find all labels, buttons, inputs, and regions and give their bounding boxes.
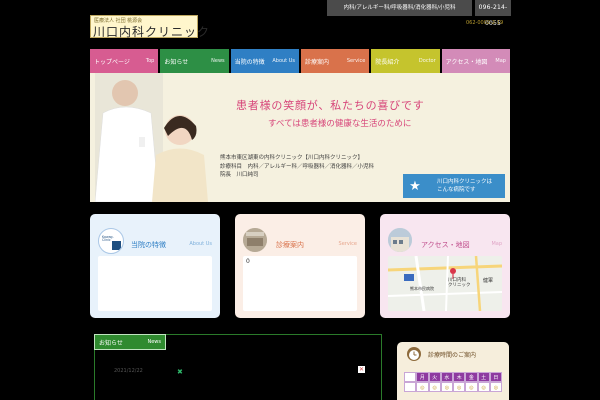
map-label-hospital: 熊本市民病院 <box>410 286 434 291</box>
card-title: アクセス・地図 <box>421 241 470 249</box>
card-service[interactable]: 診療案内 Service 0 <box>235 214 365 318</box>
hero-info-line: 院長 川口純司 <box>220 172 259 178</box>
about-clinic-button-text: 川口内科クリニックは こんな病院です <box>427 178 492 194</box>
button-line: こんな病院です <box>437 187 476 193</box>
hours-header-row: 月 火 水 木 金 土 日 <box>404 372 502 382</box>
news-tab[interactable]: お知らせ News <box>94 334 166 350</box>
hours-mark: ◎ <box>465 382 478 392</box>
card-en: About Us <box>189 241 212 247</box>
card-header: 診療案内 Service <box>243 222 357 252</box>
hero-info-line: 熊本市東区湖東の内科クリニック【川口内科クリニック】 <box>220 155 364 161</box>
clinic-logo[interactable]: 医療法人 社団 桃源会 川口内科クリニック <box>90 15 209 39</box>
hours-title: 診療時間のご案内 <box>428 352 477 359</box>
card-body <box>98 256 212 311</box>
hours-mark: ◎ <box>489 382 502 392</box>
map-label: クリニック <box>448 283 471 288</box>
nav-doctor[interactable]: 院長紹介 Doctor <box>371 49 440 73</box>
site-header: 医療法人 社団 桃源会 川口内科クリニック 内科/アレルギー科/呼吸器科/消化器… <box>0 0 600 46</box>
hours-day: 金 <box>465 372 478 382</box>
nav-label: アクセス・地図 <box>445 58 488 66</box>
building-photo-thumb <box>388 228 412 252</box>
nav-en: Top <box>145 58 155 64</box>
clock-icon <box>407 347 421 361</box>
hours-mark: ◎ <box>428 382 441 392</box>
news-tab-label: お知らせ <box>99 339 123 347</box>
hero-tagline: 患者様の笑顔が、私たちの喜びです <box>236 99 425 112</box>
header-phone[interactable]: 096-214-0055 <box>475 0 511 27</box>
hours-mark: ◎ <box>440 382 453 392</box>
header-departments: 内科/アレルギー科/呼吸器科/消化器科/小児科 <box>327 0 472 16</box>
nav-access[interactable]: アクセス・地図 Map <box>441 49 510 73</box>
nav-en: Doctor <box>418 58 436 64</box>
news-tab-en: News <box>147 339 161 345</box>
nav-label: 当院の特徴 <box>234 58 265 66</box>
logo-clinic-name: 川口内科クリニック <box>93 25 211 39</box>
close-glyph: ✕ <box>358 366 365 373</box>
card-title: 診療案内 <box>276 241 304 249</box>
hero-info-line: 診療科目 内科／アレルギー科／呼吸器科／消化器科／小児科 <box>220 163 375 170</box>
card-body-text: 0 <box>246 258 250 265</box>
card-en: Service <box>338 241 357 247</box>
card-title: 当院の特徴 <box>131 241 166 249</box>
news-cross-icon: ✖ <box>177 368 183 376</box>
card-en: Map <box>491 241 502 247</box>
main-nav: トップページ Top お知らせ News 当院の特徴 About Us 診療案内 Ser… <box>90 49 510 73</box>
button-line: 川口内科クリニックは <box>437 179 493 185</box>
card-body: 0 <box>243 256 357 311</box>
card-header: Kawag. Clinic 当院の特徴 About Us <box>98 222 212 254</box>
header-fax: 062-0002-2-19 <box>466 20 504 26</box>
hours-day: 木 <box>453 372 466 382</box>
access-map[interactable]: 川口内科 クリニック 熊本市民病院 健軍 <box>388 256 502 311</box>
nav-label: トップページ <box>94 58 130 66</box>
hero-banner: 患者様の笑顔が、私たちの喜びです すべては患者様の健康な生活のために 熊本市東区… <box>90 73 510 202</box>
nav-en: Service <box>346 58 366 64</box>
news-close-icon[interactable]: ✕ <box>358 366 365 373</box>
hours-table: 月 火 水 木 金 土 日 ◎ ◎ ◎ ◎ ◎ ◎ ◎ <box>404 372 502 400</box>
hours-day: 日 <box>489 372 502 382</box>
nav-news[interactable]: お知らせ News <box>160 49 229 73</box>
hours-value-row: ◎ ◎ ◎ ◎ ◎ ◎ ◎ <box>404 382 502 392</box>
about-clinic-button[interactable]: ★ 川口内科クリニックは こんな病院です <box>403 174 505 198</box>
hero-info: 熊本市東区湖東の内科クリニック【川口内科クリニック】 診療科目 内科／アレルギー… <box>220 154 374 180</box>
nav-en: About Us <box>272 58 295 64</box>
hours-day: 水 <box>440 372 453 382</box>
hours-panel: 診療時間のご案内 月 火 水 木 金 土 日 ◎ ◎ ◎ ◎ ◎ ◎ ◎ <box>397 342 509 400</box>
map-label-clinic: 川口内科 クリニック <box>448 278 471 288</box>
nav-en: Map <box>495 58 506 64</box>
hours-time-cell <box>404 382 417 392</box>
hours-mark: ◎ <box>453 382 466 392</box>
hours-day: 月 <box>416 372 429 382</box>
star-icon: ★ <box>409 178 421 194</box>
hero-subtagline: すべては患者様の健康な生活のために <box>268 119 412 129</box>
nav-service[interactable]: 診療案内 Service <box>300 49 370 73</box>
hours-mark: ◎ <box>477 382 490 392</box>
nav-label: 院長紹介 <box>375 58 400 66</box>
nav-top[interactable]: トップページ Top <box>90 49 159 73</box>
girl-photo <box>152 115 208 202</box>
card-header: アクセス・地図 Map <box>388 222 502 252</box>
reception-photo-thumb <box>243 228 267 252</box>
hours-mark: ◎ <box>416 382 429 392</box>
hours-corner-cell <box>404 372 417 382</box>
nav-about[interactable]: 当院の特徴 About Us <box>230 49 299 73</box>
map-label-kengun: 健軍 <box>483 278 494 284</box>
nav-label: 診療案内 <box>304 58 329 66</box>
nav-en: News <box>211 58 225 64</box>
card-access[interactable]: アクセス・地図 Map 川口内科 クリニック 熊本市民病院 健軍 <box>380 214 510 318</box>
news-date: 2021/12/22 <box>114 368 143 374</box>
clinic-logo-thumb: Kawag. Clinic <box>98 228 124 254</box>
hours-day: 火 <box>428 372 441 382</box>
card-about[interactable]: Kawag. Clinic 当院の特徴 About Us <box>90 214 220 318</box>
hours-day: 土 <box>477 372 490 382</box>
svg-text:Clinic: Clinic <box>102 238 111 242</box>
nav-label: お知らせ <box>164 58 189 66</box>
